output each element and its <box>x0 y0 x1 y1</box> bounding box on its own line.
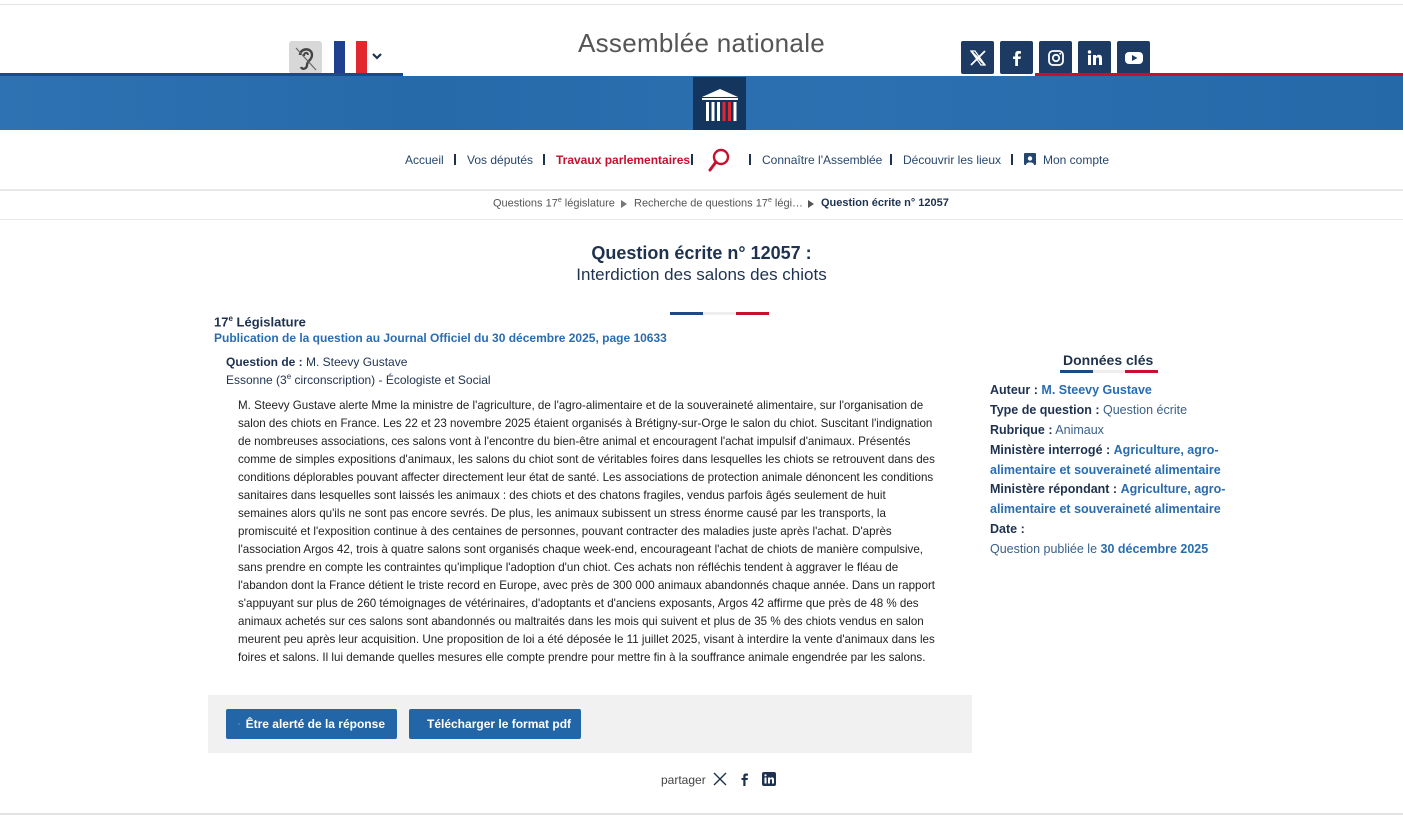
key-data-date: Question publiée le 30 décembre 2025 <box>990 542 1209 556</box>
linkedin-social-button[interactable] <box>1078 41 1111 74</box>
question-author: Question de : M. Steevy Gustave <box>226 355 408 369</box>
linkedin-icon <box>1087 49 1102 65</box>
ministere-repondant-link[interactable]: Agriculture, agro- <box>1121 482 1226 496</box>
x-social-button[interactable] <box>961 41 994 74</box>
nav-item-connaitre-assemblee[interactable]: Connaître l'Assemblée <box>762 153 882 167</box>
nav-item-decouvrir-lieux[interactable]: Découvrir les lieux <box>903 153 1001 167</box>
top-rule <box>0 4 1403 5</box>
facebook-social-button[interactable] <box>1000 41 1033 74</box>
alert-response-label: Être alerté de la réponse <box>245 717 385 731</box>
legislature-label: 17e Législature <box>214 314 306 330</box>
key-data-ministere-repondant-cont: alimentaire et souveraineté alimentaire <box>990 502 1221 516</box>
breadcrumb-questions[interactable]: Questions 17e législature <box>493 197 615 210</box>
nav-separator <box>543 154 545 165</box>
nav-separator <box>749 154 751 165</box>
nav-separator <box>890 154 892 165</box>
facebook-icon[interactable] <box>738 772 752 786</box>
x-icon[interactable] <box>713 772 727 786</box>
nav-item-accueil[interactable]: Accueil <box>405 153 444 167</box>
search-icon[interactable] <box>708 147 732 173</box>
facebook-icon <box>1012 50 1021 66</box>
account-icon[interactable] <box>1024 153 1036 165</box>
key-data-date-label: Date : <box>990 522 1025 536</box>
nav-separator <box>691 154 693 165</box>
breadcrumb-arrow-icon <box>808 200 814 208</box>
nav-item-travaux-parlementaires[interactable]: Travaux parlementaires <box>556 153 690 167</box>
bottom-rule <box>0 813 1403 815</box>
key-data-type: Type de question : Question écrite <box>990 403 1188 417</box>
author-link[interactable]: M. Steevy Gustave <box>1041 383 1151 397</box>
download-pdf-label: Télécharger le format pdf <box>427 717 572 731</box>
download-pdf-button[interactable]: Télécharger le format pdf <box>409 709 581 739</box>
breadcrumb-current: Question écrite n° 12057 <box>821 197 949 209</box>
page-title: Question écrite n° 12057 : <box>591 243 812 263</box>
key-data-ministere-repondant: Ministère répondant : Agriculture, agro- <box>990 482 1226 496</box>
nav-item-mon-compte[interactable]: Mon compte <box>1043 153 1109 167</box>
tricolor-divider <box>670 312 769 315</box>
nav-divider <box>0 189 1403 191</box>
question-text: M. Steevy Gustave alerte Mme la ministre… <box>238 399 936 664</box>
site-title[interactable]: Assemblée nationale <box>0 28 1403 59</box>
youtube-social-button[interactable] <box>1117 41 1150 74</box>
publication-info: Publication de la question au Journal Of… <box>214 331 667 345</box>
key-data-ministere-interroge-cont: alimentaire et souveraineté alimentaire <box>990 463 1221 477</box>
instagram-icon <box>1047 49 1064 66</box>
x-icon <box>969 49 986 66</box>
ministere-interroge-link[interactable]: Agriculture, agro- <box>1114 443 1219 457</box>
key-data-ministere-interroge: Ministère interrogé : Agriculture, agro- <box>990 443 1219 457</box>
instagram-social-button[interactable] <box>1039 41 1072 74</box>
key-data-author: Auteur : M. Steevy Gustave <box>990 383 1152 397</box>
nav-separator <box>1011 154 1013 165</box>
assemblee-logo[interactable] <box>693 77 746 130</box>
share-label: partager <box>661 773 706 787</box>
key-data-tricolor <box>1060 370 1159 373</box>
date-link[interactable]: 30 décembre 2025 <box>1101 542 1209 556</box>
page-subtitle: Interdiction des salons des chiots <box>576 265 827 284</box>
nav-separator <box>454 154 456 165</box>
breadcrumb-divider <box>0 219 1403 220</box>
breadcrumb-arrow-icon <box>621 200 627 208</box>
youtube-icon <box>1124 51 1143 64</box>
linkedin-icon[interactable] <box>762 772 776 786</box>
broadcast-icon <box>238 723 240 725</box>
nav-item-vos-deputes[interactable]: Vos députés <box>467 153 533 167</box>
key-data-title: Données clés <box>1063 352 1154 368</box>
breadcrumb-recherche[interactable]: Recherche de questions 17e légi… <box>634 197 803 210</box>
main-nav: Accueil Vos députés Travaux parlementair… <box>0 145 1403 175</box>
author-circonscription: Essonne (3e circonscription) - Écologist… <box>226 372 491 387</box>
key-data-rubrique: Rubrique : Animaux <box>990 423 1104 437</box>
alert-response-button[interactable]: Être alerté de la réponse <box>226 709 397 739</box>
